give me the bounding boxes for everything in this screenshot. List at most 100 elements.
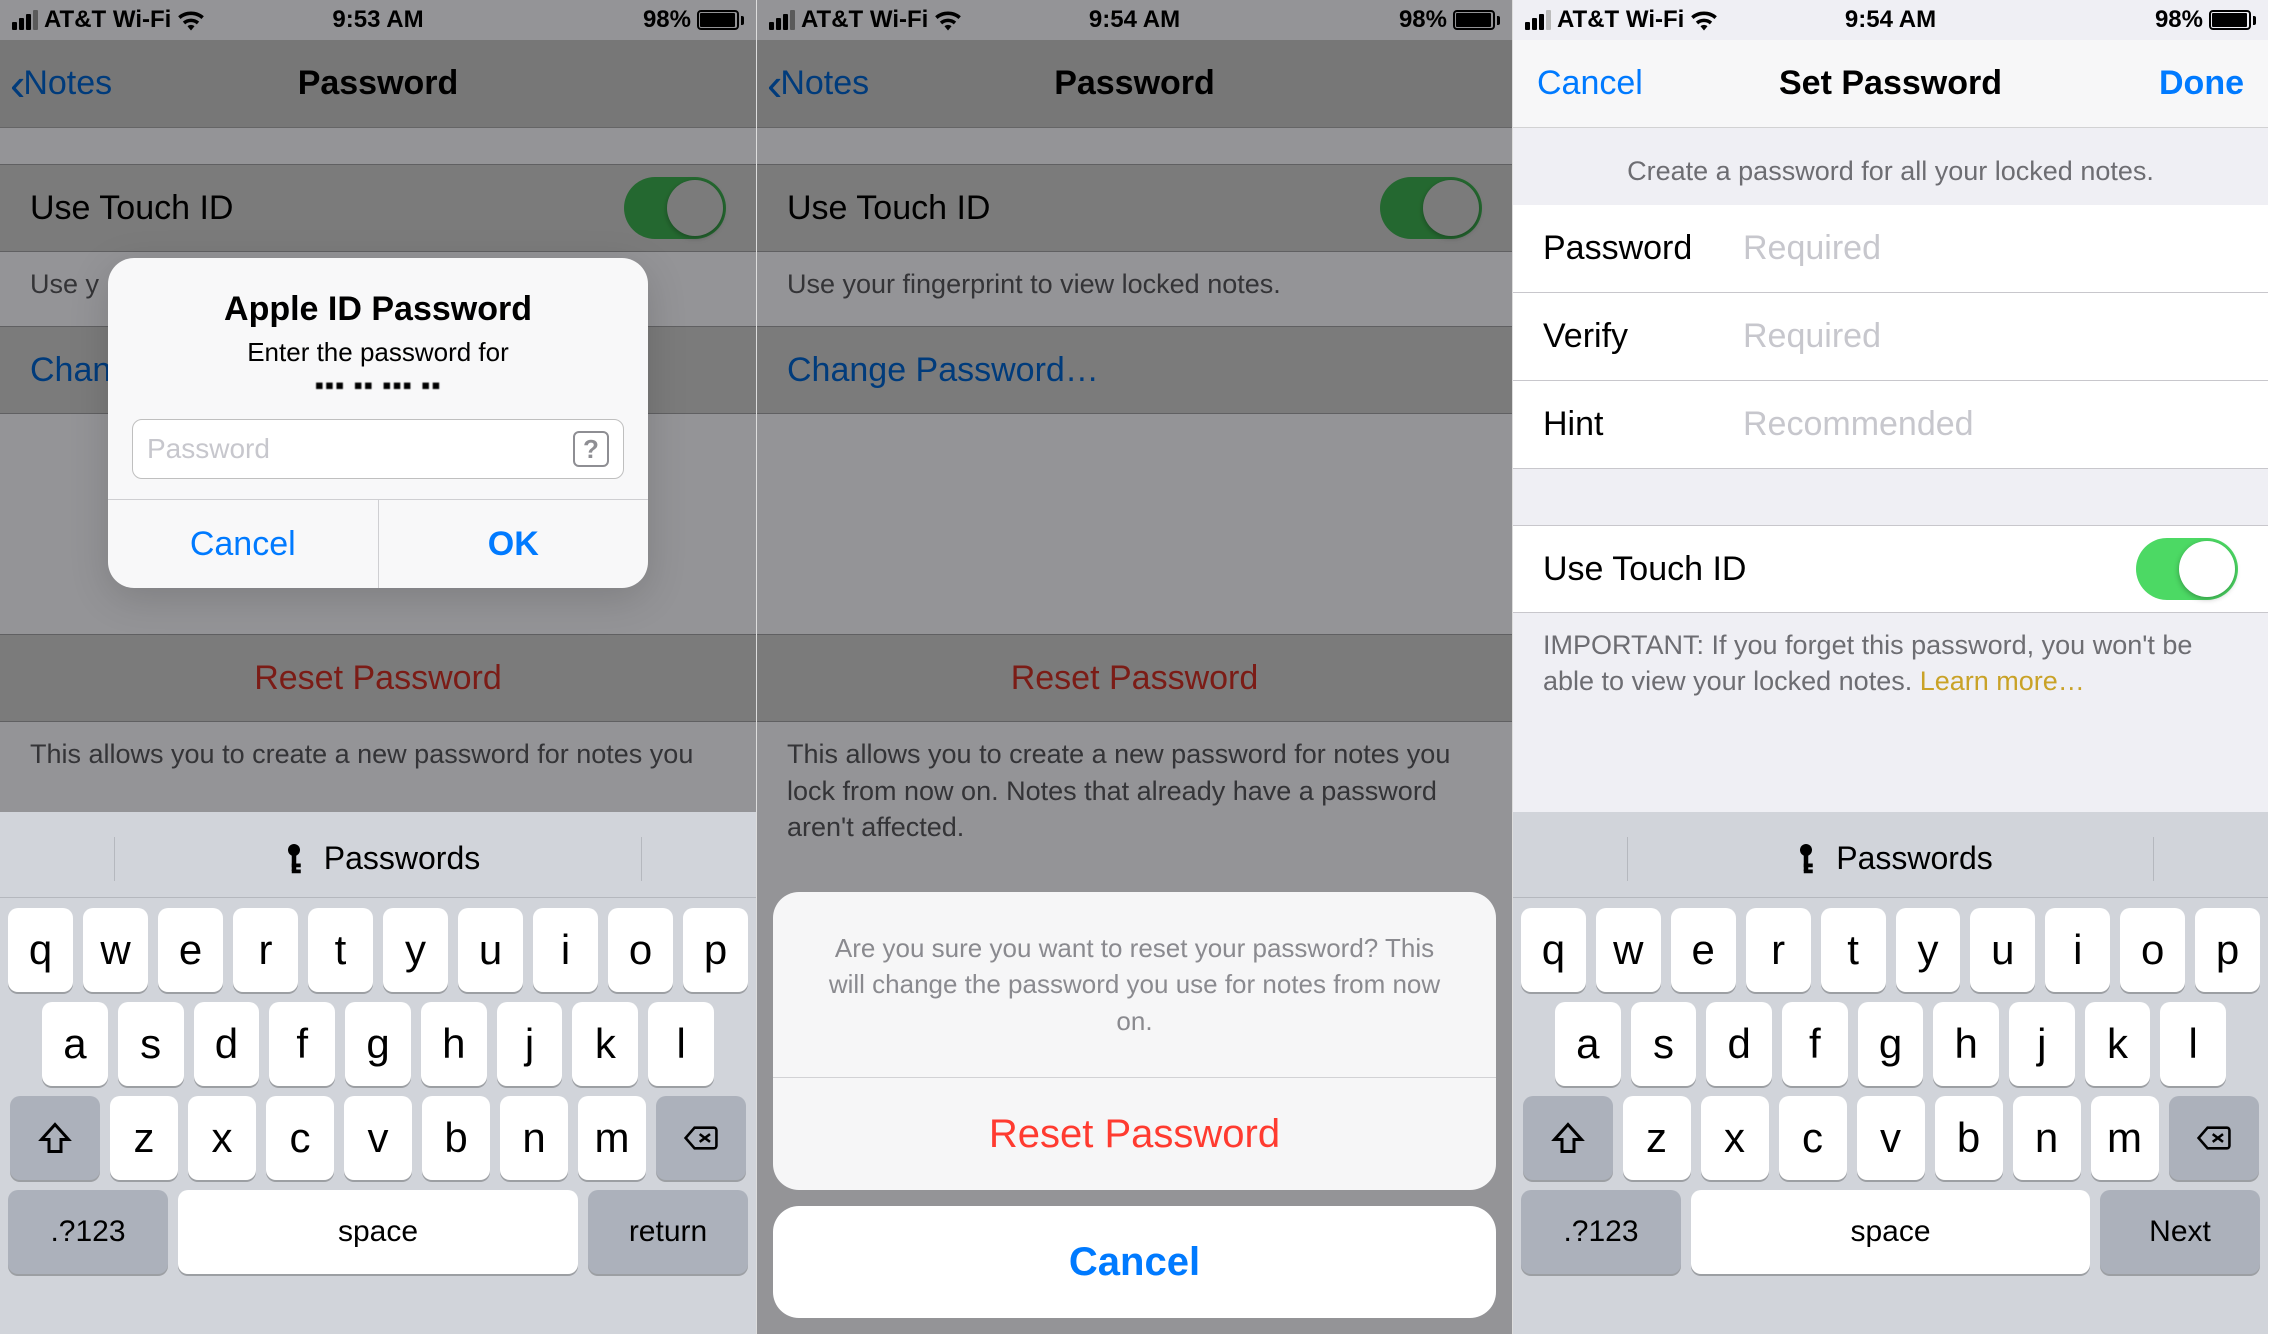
key-p[interactable]: p bbox=[2195, 908, 2260, 992]
key-z[interactable]: z bbox=[1623, 1096, 1691, 1180]
signal-icon bbox=[1525, 10, 1551, 30]
key-r[interactable]: r bbox=[233, 908, 298, 992]
keyboard[interactable]: Passwords qwertyuiop asdfghjkl zxcvbnm .… bbox=[0, 812, 756, 1334]
key-g[interactable]: g bbox=[1858, 1002, 1924, 1086]
touchid-switch[interactable] bbox=[2136, 538, 2238, 600]
key-w[interactable]: w bbox=[1596, 908, 1661, 992]
key-row-4: .?123 space return bbox=[0, 1180, 756, 1284]
shift-icon bbox=[1550, 1120, 1586, 1156]
use-touchid-row[interactable]: Use Touch ID bbox=[1513, 525, 2268, 613]
alert-title: Apple ID Password bbox=[136, 290, 620, 329]
key-i[interactable]: i bbox=[533, 908, 598, 992]
key-u[interactable]: u bbox=[458, 908, 523, 992]
key-s[interactable]: s bbox=[1631, 1002, 1697, 1086]
key-r[interactable]: r bbox=[1746, 908, 1811, 992]
key-s[interactable]: s bbox=[118, 1002, 184, 1086]
shift-key[interactable] bbox=[10, 1096, 100, 1180]
numbers-key[interactable]: .?123 bbox=[1521, 1190, 1681, 1274]
key-m[interactable]: m bbox=[578, 1096, 646, 1180]
clock: 9:54 AM bbox=[1845, 6, 1936, 34]
key-i[interactable]: i bbox=[2045, 908, 2110, 992]
key-c[interactable]: c bbox=[1779, 1096, 1847, 1180]
hint-field-row[interactable]: Hint Recommended bbox=[1513, 381, 2268, 469]
key-t[interactable]: t bbox=[1821, 908, 1886, 992]
key-h[interactable]: h bbox=[1933, 1002, 1999, 1086]
key-x[interactable]: x bbox=[1701, 1096, 1769, 1180]
done-button[interactable]: Done bbox=[2159, 64, 2244, 103]
key-o[interactable]: o bbox=[2120, 908, 2185, 992]
screen-1-password-alert: AT&T Wi-Fi 9:53 AM 98% ‹Notes Password U… bbox=[0, 0, 756, 1334]
key-e[interactable]: e bbox=[1671, 908, 1736, 992]
verify-field-row[interactable]: Verify Required bbox=[1513, 293, 2268, 381]
important-note: IMPORTANT: If you forget this password, … bbox=[1513, 613, 2268, 724]
password-field-row[interactable]: Password Required bbox=[1513, 205, 2268, 293]
key-v[interactable]: v bbox=[344, 1096, 412, 1180]
numbers-label: .?123 bbox=[1563, 1215, 1638, 1249]
key-y[interactable]: y bbox=[1896, 908, 1961, 992]
numbers-label: .?123 bbox=[50, 1215, 125, 1249]
alert-password-input[interactable]: Password ? bbox=[132, 419, 624, 479]
key-p[interactable]: p bbox=[683, 908, 748, 992]
key-h[interactable]: h bbox=[421, 1002, 487, 1086]
key-g[interactable]: g bbox=[345, 1002, 411, 1086]
key-row-2: asdfghjkl bbox=[1513, 992, 2268, 1086]
return-key[interactable]: return bbox=[588, 1190, 748, 1274]
backspace-key[interactable] bbox=[656, 1096, 746, 1180]
key-row-4: .?123 space Next bbox=[1513, 1180, 2268, 1284]
question-icon[interactable]: ? bbox=[573, 431, 609, 467]
key-l[interactable]: l bbox=[2160, 1002, 2226, 1086]
key-q[interactable]: q bbox=[8, 908, 73, 992]
key-b[interactable]: b bbox=[422, 1096, 490, 1180]
key-w[interactable]: w bbox=[83, 908, 148, 992]
key-u[interactable]: u bbox=[1970, 908, 2035, 992]
backspace-key[interactable] bbox=[2169, 1096, 2259, 1180]
key-l[interactable]: l bbox=[648, 1002, 714, 1086]
sheet-cancel-label: Cancel bbox=[1069, 1240, 1200, 1285]
keyboard-suggestion-bar[interactable]: Passwords bbox=[0, 820, 756, 898]
sheet-reset-button[interactable]: Reset Password bbox=[773, 1078, 1496, 1190]
space-key[interactable]: space bbox=[1691, 1190, 2090, 1274]
key-x[interactable]: x bbox=[188, 1096, 256, 1180]
key-j[interactable]: j bbox=[497, 1002, 563, 1086]
key-c[interactable]: c bbox=[266, 1096, 334, 1180]
sheet-cancel-button[interactable]: Cancel bbox=[773, 1206, 1496, 1318]
key-m[interactable]: m bbox=[2091, 1096, 2159, 1180]
space-label: space bbox=[338, 1215, 418, 1249]
key-a[interactable]: a bbox=[1555, 1002, 1621, 1086]
next-key[interactable]: Next bbox=[2100, 1190, 2260, 1274]
shift-key[interactable] bbox=[1523, 1096, 1613, 1180]
header-text: Create a password for all your locked no… bbox=[1513, 128, 2268, 205]
key-f[interactable]: f bbox=[269, 1002, 335, 1086]
alert-ok-button[interactable]: OK bbox=[378, 500, 649, 588]
key-f[interactable]: f bbox=[1782, 1002, 1848, 1086]
suggestion-label: Passwords bbox=[1836, 840, 1993, 877]
learn-more-link[interactable]: Learn more… bbox=[1920, 666, 2085, 696]
key-n[interactable]: n bbox=[2013, 1096, 2081, 1180]
cancel-button[interactable]: Cancel bbox=[1537, 64, 1643, 103]
numbers-key[interactable]: .?123 bbox=[8, 1190, 168, 1274]
key-t[interactable]: t bbox=[308, 908, 373, 992]
key-k[interactable]: k bbox=[2085, 1002, 2151, 1086]
key-q[interactable]: q bbox=[1521, 908, 1586, 992]
key-z[interactable]: z bbox=[110, 1096, 178, 1180]
key-v[interactable]: v bbox=[1857, 1096, 1925, 1180]
key-row-2: asdfghjkl bbox=[0, 992, 756, 1086]
keyboard-suggestion-bar[interactable]: Passwords bbox=[1513, 820, 2268, 898]
key-e[interactable]: e bbox=[158, 908, 223, 992]
key-d[interactable]: d bbox=[194, 1002, 260, 1086]
key-a[interactable]: a bbox=[42, 1002, 108, 1086]
password-placeholder: Required bbox=[1743, 229, 1881, 268]
key-y[interactable]: y bbox=[383, 908, 448, 992]
key-o[interactable]: o bbox=[608, 908, 673, 992]
keyboard[interactable]: Passwords qwertyuiop asdfghjkl zxcvbnm .… bbox=[1513, 812, 2268, 1334]
space-key[interactable]: space bbox=[178, 1190, 578, 1274]
alert-cancel-label: Cancel bbox=[190, 525, 296, 564]
hint-label: Hint bbox=[1543, 405, 1743, 444]
key-j[interactable]: j bbox=[2009, 1002, 2075, 1086]
suggestion-label: Passwords bbox=[324, 840, 481, 877]
key-n[interactable]: n bbox=[500, 1096, 568, 1180]
key-k[interactable]: k bbox=[572, 1002, 638, 1086]
key-b[interactable]: b bbox=[1935, 1096, 2003, 1180]
key-d[interactable]: d bbox=[1706, 1002, 1772, 1086]
alert-cancel-button[interactable]: Cancel bbox=[108, 500, 378, 588]
